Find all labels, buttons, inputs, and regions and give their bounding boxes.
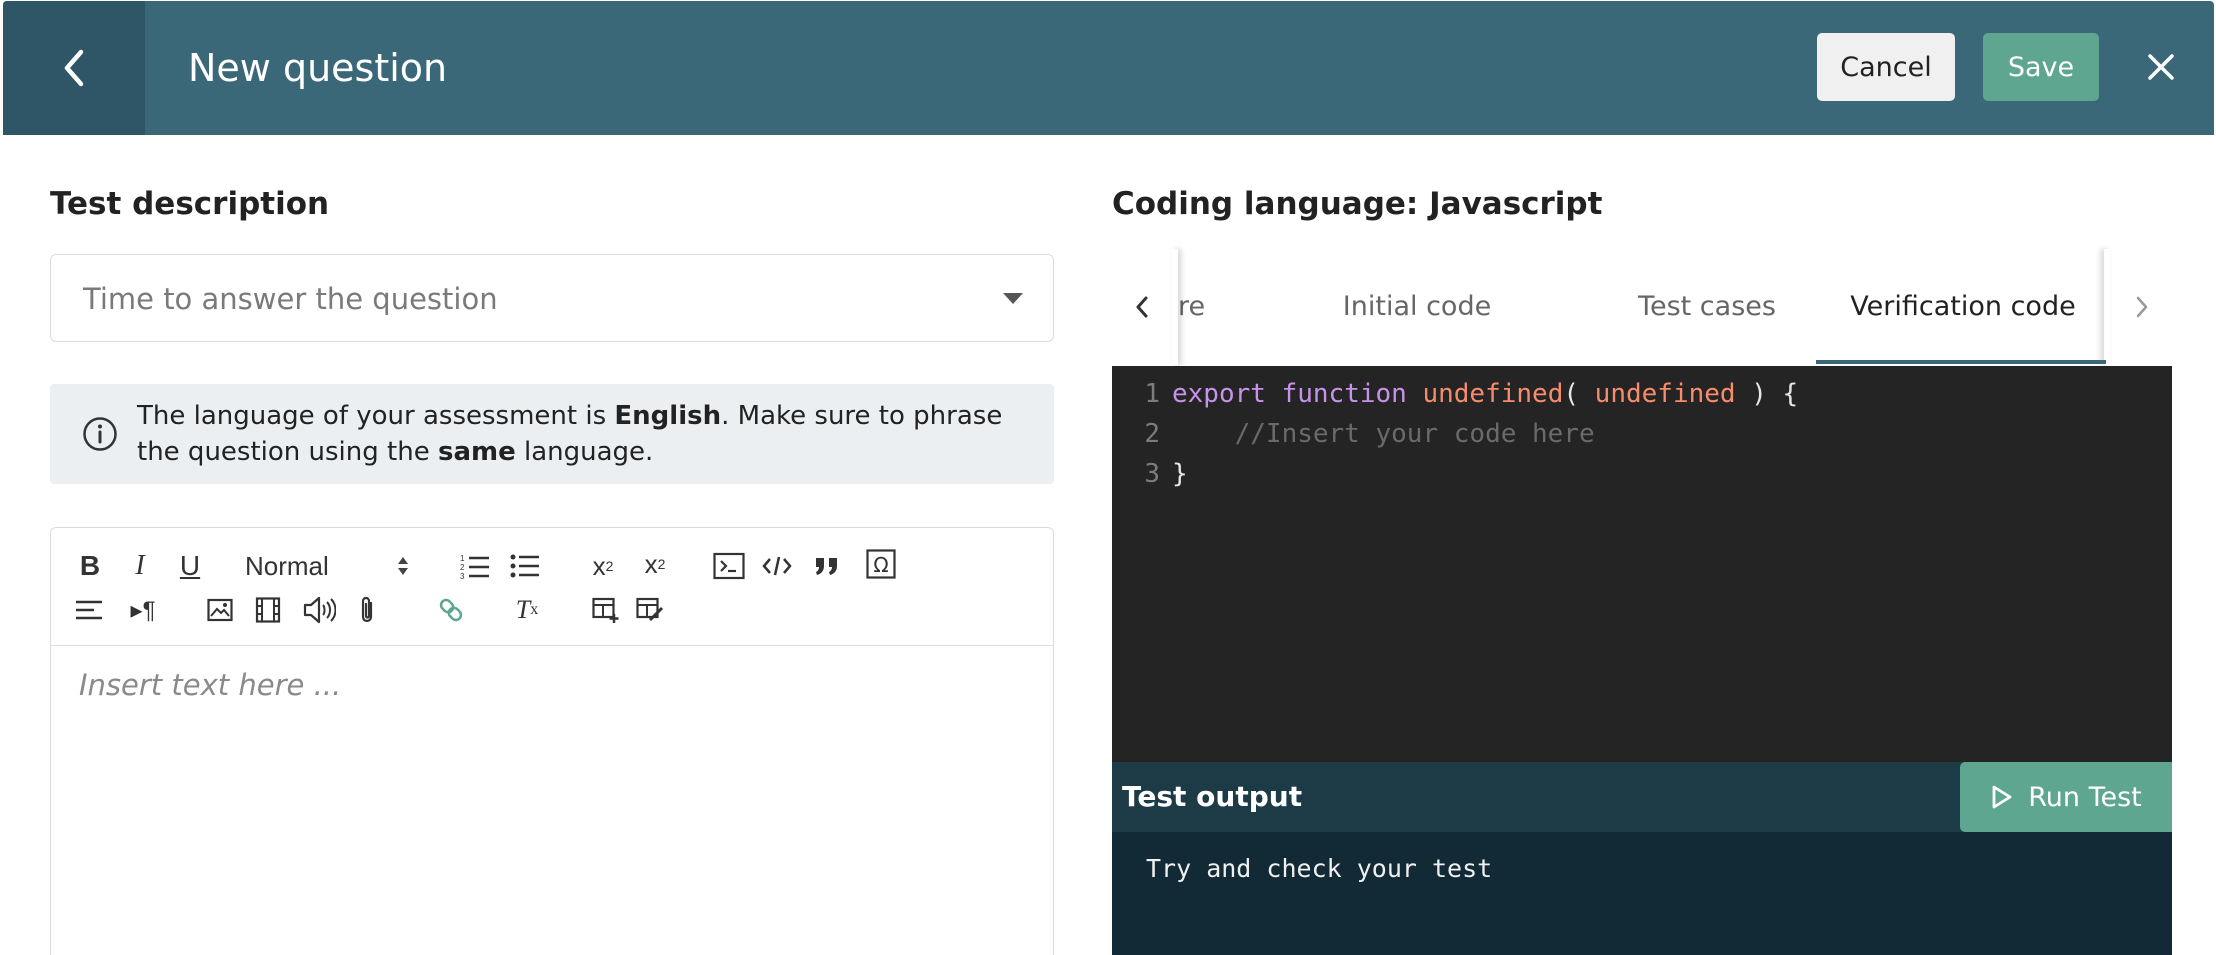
run-test-button[interactable]: Run Test bbox=[1960, 762, 2172, 832]
attachment-icon[interactable] bbox=[353, 592, 383, 628]
blockquote-icon[interactable] bbox=[809, 548, 845, 584]
edit-table-icon[interactable] bbox=[633, 592, 667, 628]
output-text: Try and check your test bbox=[1146, 854, 1493, 883]
close-button[interactable] bbox=[2139, 45, 2183, 89]
ordered-list-icon[interactable]: 123 bbox=[457, 548, 493, 584]
editor-placeholder[interactable]: Insert text here ... bbox=[79, 668, 341, 702]
underline-icon[interactable]: U bbox=[173, 548, 207, 584]
text-direction-icon[interactable]: ▸¶ bbox=[123, 592, 163, 628]
code-tabs: re Initial code Test cases Verification … bbox=[1112, 249, 2172, 365]
play-icon bbox=[1992, 785, 2012, 809]
active-tab-indicator bbox=[1816, 360, 2106, 364]
info-text: The language of your assessment is Engli… bbox=[137, 401, 1003, 467]
bold-icon[interactable]: B bbox=[73, 548, 107, 584]
insert-table-icon[interactable] bbox=[589, 592, 623, 628]
link-icon[interactable] bbox=[433, 592, 469, 628]
rich-text-editor: B I U Normal 123 x2 x2 Ω ▸¶ T x Insert t… bbox=[50, 527, 1054, 955]
inline-code-icon[interactable] bbox=[759, 548, 795, 584]
close-icon bbox=[2148, 54, 2174, 80]
chevron-right-icon bbox=[2136, 296, 2148, 318]
italic-icon[interactable]: I bbox=[123, 548, 157, 584]
superscript-icon[interactable]: x2 bbox=[637, 546, 673, 582]
code-editor[interactable]: 1 export function undefined( undefined ) … bbox=[1112, 366, 2172, 762]
tab-verification-code[interactable]: Verification code bbox=[1818, 249, 2108, 365]
save-button[interactable]: Save bbox=[1983, 33, 2099, 101]
cancel-button[interactable]: Cancel bbox=[1817, 33, 1955, 101]
tabs-right-fade bbox=[2104, 249, 2110, 365]
code-line: 1 export function undefined( undefined ) … bbox=[1144, 379, 1799, 409]
tab-partial[interactable]: re bbox=[1178, 249, 1258, 365]
svg-text:3: 3 bbox=[460, 572, 465, 580]
test-output-label: Test output bbox=[1122, 780, 1303, 813]
header-bar: New question Cancel Save bbox=[3, 1, 2214, 135]
language-info-box: The language of your assessment is Engli… bbox=[50, 384, 1054, 484]
back-button[interactable] bbox=[3, 1, 145, 135]
tab-test-cases[interactable]: Test cases bbox=[1562, 249, 1852, 365]
format-select-arrows-icon[interactable] bbox=[391, 552, 415, 580]
format-select[interactable]: Normal bbox=[245, 548, 395, 584]
audio-icon[interactable] bbox=[299, 592, 339, 628]
video-icon[interactable] bbox=[251, 592, 285, 628]
editor-toolbar: B I U Normal 123 x2 x2 Ω ▸¶ T x bbox=[51, 528, 1053, 646]
svg-text:Ω: Ω bbox=[873, 553, 888, 577]
info-icon bbox=[83, 417, 117, 451]
svg-text:2: 2 bbox=[460, 563, 465, 572]
code-block-icon[interactable] bbox=[711, 548, 747, 584]
page-title: New question bbox=[188, 46, 448, 90]
caret-down-icon bbox=[1003, 293, 1023, 304]
image-icon[interactable] bbox=[203, 592, 237, 628]
bullet-list-icon[interactable] bbox=[507, 548, 543, 584]
clear-formatting-icon[interactable]: Tx bbox=[509, 592, 545, 628]
chevron-left-icon bbox=[64, 49, 84, 87]
time-to-answer-select[interactable]: Time to answer the question bbox=[50, 254, 1054, 342]
code-line: 3} bbox=[1144, 459, 1188, 489]
tabs-prev-button[interactable] bbox=[1112, 249, 1172, 365]
subscript-icon[interactable]: x2 bbox=[585, 548, 621, 584]
coding-language-title: Coding language: Javascript bbox=[1112, 186, 1603, 222]
align-left-icon[interactable] bbox=[73, 592, 107, 628]
tab-initial-code[interactable]: Initial code bbox=[1272, 249, 1562, 365]
special-character-icon[interactable]: Ω bbox=[863, 546, 899, 582]
code-line: 2 //Insert your code here bbox=[1144, 419, 1595, 449]
svg-text:1: 1 bbox=[460, 554, 465, 563]
select-placeholder: Time to answer the question bbox=[83, 282, 498, 316]
test-description-title: Test description bbox=[50, 186, 330, 222]
chevron-left-icon bbox=[1136, 296, 1148, 318]
tabs-next-button[interactable] bbox=[2112, 249, 2172, 365]
test-output-panel: Try and check your test bbox=[1112, 832, 2172, 955]
tabs-left-fade bbox=[1172, 249, 1178, 365]
